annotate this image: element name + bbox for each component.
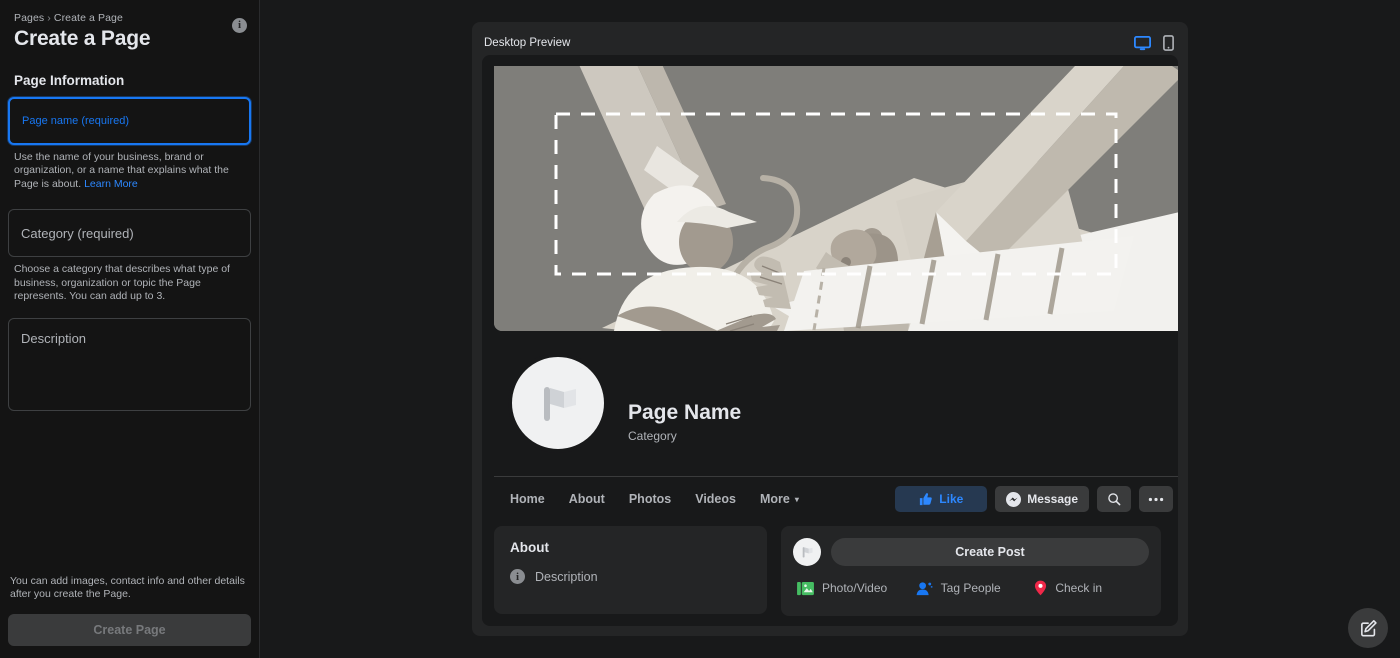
about-description-label: Description xyxy=(535,569,598,584)
tag-people-icon xyxy=(916,581,933,595)
description-label: Description xyxy=(21,330,87,346)
category-input[interactable]: Category (required) xyxy=(8,209,251,258)
nav-tab-videos[interactable]: Videos xyxy=(695,492,736,506)
nav-tab-photos[interactable]: Photos xyxy=(629,492,671,506)
preview-body: Page Name Category Home About Photos Vid… xyxy=(482,55,1178,626)
sidebar-footer: You can add images, contact info and oth… xyxy=(8,575,251,646)
create-page-screen: Pages › Create a Page Create a Page i Page… xyxy=(0,0,1400,658)
mobile-icon[interactable] xyxy=(1163,35,1174,51)
ellipsis-icon xyxy=(1148,497,1164,501)
compose-icon xyxy=(1360,619,1377,637)
page-avatar[interactable] xyxy=(508,353,608,453)
nav-tab-more-label: More xyxy=(759,492,790,506)
create-post-row: Create Post xyxy=(793,538,1149,566)
breadcrumb: Pages › Create a Page xyxy=(8,0,251,24)
section-title: Page Information xyxy=(14,73,125,88)
check-in-icon xyxy=(1035,580,1047,596)
nav-tab-videos-label: Videos xyxy=(695,492,736,506)
device-toggle-group xyxy=(1134,35,1174,51)
about-card: About i Description xyxy=(494,526,767,614)
breadcrumb-current: Create a Page xyxy=(53,12,123,24)
message-button[interactable]: Message xyxy=(995,486,1089,512)
photo-video-icon xyxy=(797,581,814,595)
flag-icon xyxy=(544,387,576,421)
nav-tab-home-label: Home xyxy=(510,492,545,506)
nav-tab-home[interactable]: Home xyxy=(510,492,545,506)
create-page-button[interactable]: Create Page xyxy=(8,614,251,646)
post-avatar[interactable] xyxy=(793,538,821,566)
flag-icon xyxy=(802,547,813,558)
chevron-down-icon: ▾ xyxy=(794,494,799,504)
category-helper: Choose a category that describes what ty… xyxy=(14,263,230,303)
desktop-icon[interactable] xyxy=(1134,35,1151,51)
nav-tab-more[interactable]: More ▾ xyxy=(760,492,799,506)
create-post-card: Create Post Photo/Video Tag People Check… xyxy=(781,526,1161,616)
search-icon xyxy=(1108,493,1121,506)
messenger-icon xyxy=(1006,491,1022,507)
page-nav-tabs: Home About Photos Videos More ▾ xyxy=(494,492,799,506)
more-options-button[interactable] xyxy=(1139,486,1173,512)
compose-button[interactable] xyxy=(1348,608,1388,648)
preview-cards: About i Description Create Post Photo/Vi… xyxy=(494,526,1178,616)
photo-video-action[interactable]: Photo/Video xyxy=(793,580,912,596)
thumbs-up-icon xyxy=(920,493,933,506)
preview-header: Desktop Preview xyxy=(482,32,1178,54)
nav-tab-about[interactable]: About xyxy=(569,492,605,506)
description-input[interactable]: Description xyxy=(8,317,251,411)
about-card-heading: About xyxy=(510,540,549,555)
info-icon: i xyxy=(510,569,525,584)
profile-row: Page Name Category xyxy=(494,331,1178,453)
tag-people-label: Tag People xyxy=(940,581,1001,595)
like-button[interactable]: Like xyxy=(895,486,988,512)
desktop-preview-panel: Desktop Preview Page Name Category Home … xyxy=(472,22,1188,636)
check-in-action[interactable]: Check in xyxy=(1030,580,1149,596)
preview-page-name: Page Name xyxy=(628,401,742,424)
check-in-label: Check in xyxy=(1055,581,1103,595)
tag-people-action[interactable]: Tag People xyxy=(912,580,1031,596)
create-post-input[interactable]: Create Post xyxy=(831,538,1149,566)
main-area: Desktop Preview Page Name Category Home … xyxy=(260,0,1400,658)
page-nav-row: Home About Photos Videos More ▾ Like Mes… xyxy=(494,476,1178,522)
breadcrumb-root[interactable]: Pages xyxy=(14,12,44,24)
preview-title: Desktop Preview xyxy=(484,37,571,49)
message-button-label: Message xyxy=(1027,492,1078,506)
breadcrumb-separator: › xyxy=(47,12,51,24)
page-nav-actions: Like Message xyxy=(895,486,1178,512)
like-button-label: Like xyxy=(939,492,964,506)
nav-tab-about-label: About xyxy=(568,492,605,506)
cover-photo[interactable] xyxy=(494,66,1178,331)
preview-page-category: Category xyxy=(628,429,677,443)
sidebar: Pages › Create a Page Create a Page i Page… xyxy=(0,0,260,658)
post-action-row: Photo/Video Tag People Check in xyxy=(793,580,1149,596)
search-button[interactable] xyxy=(1097,486,1131,512)
footer-note: You can add images, contact info and oth… xyxy=(10,574,245,601)
nav-tab-photos-label: Photos xyxy=(628,492,672,506)
category-label: Category (required) xyxy=(21,225,134,241)
page-title: Create a Page xyxy=(14,27,151,50)
page-name-helper: Use the name of your business, brand or … xyxy=(14,151,247,191)
page-name-label: Page name (required) xyxy=(22,115,130,127)
info-icon[interactable]: i xyxy=(232,18,247,33)
photo-video-label: Photo/Video xyxy=(822,581,888,595)
page-name-input[interactable]: Page name (required) xyxy=(8,97,251,145)
about-description-row: i Description xyxy=(510,569,751,584)
learn-more-link[interactable]: Learn More xyxy=(84,178,138,190)
